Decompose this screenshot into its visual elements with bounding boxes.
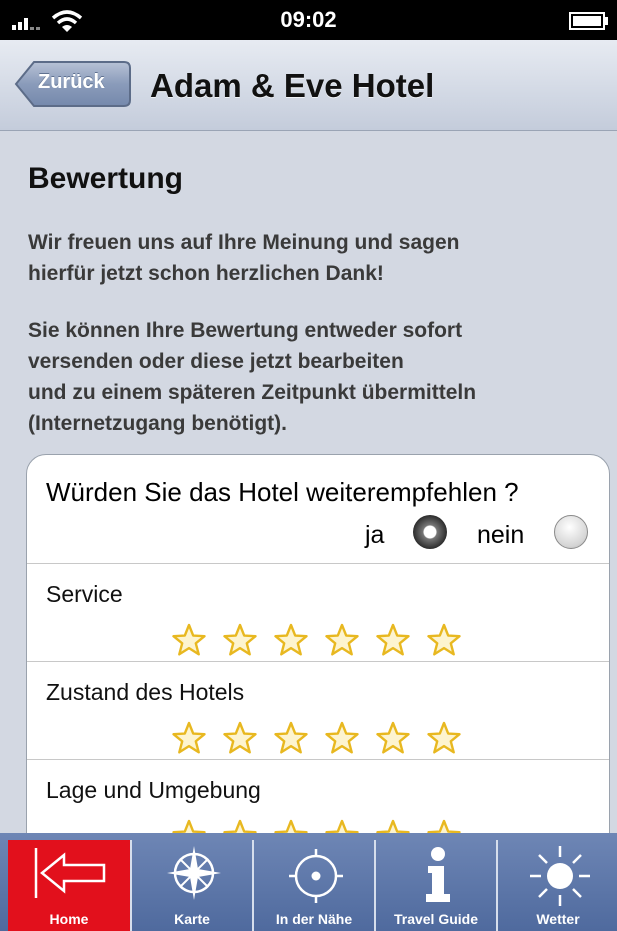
rating-row-condition: Zustand des Hotels <box>27 661 609 760</box>
rating-label: Lage und Umgebung <box>46 777 261 803</box>
recommend-row: Würden Sie das Hotel weiterempfehlen ? j… <box>27 455 609 564</box>
no-radio[interactable] <box>554 515 588 549</box>
recommend-question: Würden Sie das Hotel weiterempfehlen ? <box>46 477 519 507</box>
back-button-label: Zurück <box>38 71 105 93</box>
navigation-bar: Zurück Adam & Eve Hotel <box>0 40 617 131</box>
star-icon[interactable] <box>171 721 207 755</box>
star-icon[interactable] <box>324 721 360 755</box>
star-icon[interactable] <box>273 721 309 755</box>
tab-label: Karte <box>174 911 210 927</box>
target-icon <box>289 849 343 903</box>
star-icon[interactable] <box>222 721 258 755</box>
no-label: nein <box>477 521 525 549</box>
rating-label: Zustand des Hotels <box>46 679 245 705</box>
back-button[interactable]: Zurück <box>14 60 132 108</box>
rating-row-service: Service <box>27 563 609 662</box>
sun-icon <box>530 846 590 906</box>
info-icon <box>426 847 450 902</box>
section-heading: Bewertung <box>28 162 184 195</box>
status-time: 09:02 <box>280 7 337 32</box>
star-icon[interactable] <box>324 623 360 657</box>
rating-form: Würden Sie das Hotel weiterempfehlen ? j… <box>26 454 610 876</box>
star-icon[interactable] <box>375 721 411 755</box>
battery-icon <box>569 12 608 30</box>
star-icon[interactable] <box>375 623 411 657</box>
page-title: Adam & Eve Hotel <box>150 67 435 104</box>
tab-karte[interactable]: Karte <box>130 840 252 931</box>
tab-in-der-naehe[interactable]: In der Nähe <box>252 840 374 931</box>
status-bar: 09:02 <box>0 0 617 40</box>
intro-paragraph: Wir freuen uns auf Ihre Meinung und sage… <box>28 231 460 285</box>
tab-label: In der Nähe <box>275 911 353 927</box>
star-icon[interactable] <box>426 623 462 657</box>
yes-label: ja <box>365 521 385 549</box>
tab-wetter[interactable]: Wetter <box>496 840 617 931</box>
rating-label: Service <box>46 581 123 607</box>
star-icon[interactable] <box>222 623 258 657</box>
tab-label: Travel Guide <box>393 911 479 927</box>
info-paragraph: Sie können Ihre Bewertung entweder sofor… <box>28 319 477 435</box>
home-arrow-icon <box>34 848 106 898</box>
tab-label: Wetter <box>536 911 580 927</box>
star-icon[interactable] <box>426 721 462 755</box>
star-icon[interactable] <box>273 623 309 657</box>
compass-icon <box>167 846 221 900</box>
tab-travel-guide[interactable]: Travel Guide <box>374 840 496 931</box>
yes-radio[interactable] <box>413 515 447 549</box>
tab-bar: Home Karte In der Nähe Travel Guide Wett… <box>0 833 617 931</box>
tab-label: Home <box>49 911 89 927</box>
star-icon[interactable] <box>171 623 207 657</box>
tab-home[interactable]: Home <box>8 840 130 931</box>
